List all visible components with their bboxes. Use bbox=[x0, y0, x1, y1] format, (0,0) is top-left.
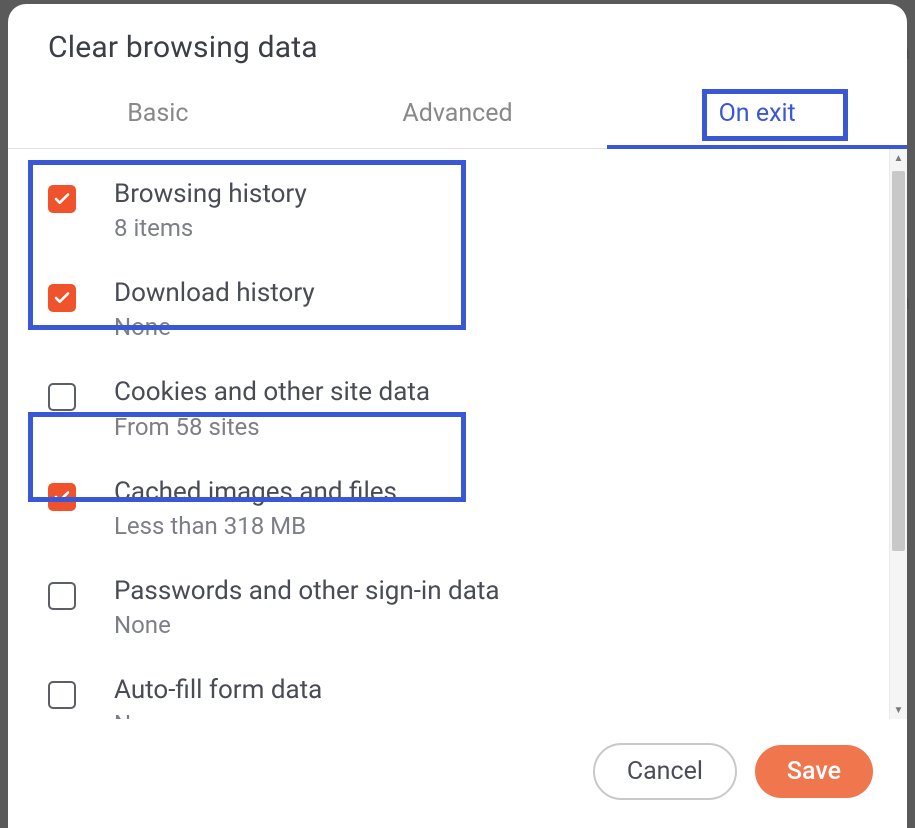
tabs-bar: Basic Advanced On exit bbox=[8, 83, 907, 149]
dialog-header: Clear browsing data bbox=[8, 4, 907, 83]
option-text: Auto-fill form data None bbox=[114, 675, 859, 719]
checkbox-checked-icon bbox=[48, 185, 76, 213]
option-cached-images[interactable]: Cached images and files Less than 318 MB bbox=[8, 459, 889, 558]
checkbox-cookies[interactable] bbox=[48, 383, 76, 411]
checkbox-unchecked-icon bbox=[48, 681, 76, 709]
options-panel: Browsing history 8 items Download histor… bbox=[8, 149, 889, 719]
option-sub: From 58 sites bbox=[114, 413, 859, 441]
option-text: Cookies and other site data From 58 site… bbox=[114, 377, 859, 440]
scrollbar[interactable]: ▲ ▼ bbox=[889, 149, 907, 719]
option-title: Passwords and other sign-in data bbox=[114, 576, 859, 607]
checkbox-unchecked-icon bbox=[48, 582, 76, 610]
option-passwords[interactable]: Passwords and other sign-in data None bbox=[8, 558, 889, 657]
checkbox-cached-images[interactable] bbox=[48, 483, 76, 511]
checkbox-unchecked-icon bbox=[48, 383, 76, 411]
content-wrap: Browsing history 8 items Download histor… bbox=[8, 149, 907, 719]
option-download-history[interactable]: Download history None bbox=[8, 260, 889, 359]
option-sub: None bbox=[114, 313, 859, 341]
checkbox-passwords[interactable] bbox=[48, 582, 76, 610]
dialog-title: Clear browsing data bbox=[48, 30, 867, 65]
option-sub: 8 items bbox=[114, 214, 859, 242]
option-title: Auto-fill form data bbox=[114, 675, 859, 706]
option-autofill[interactable]: Auto-fill form data None bbox=[8, 657, 889, 719]
checkbox-browsing-history[interactable] bbox=[48, 185, 76, 213]
option-text: Download history None bbox=[114, 278, 859, 341]
option-cookies[interactable]: Cookies and other site data From 58 site… bbox=[8, 359, 889, 458]
option-sub: None bbox=[114, 710, 859, 719]
cancel-button[interactable]: Cancel bbox=[593, 743, 737, 800]
option-title: Cookies and other site data bbox=[114, 377, 859, 408]
dialog-footer: Cancel Save bbox=[8, 719, 907, 828]
checkbox-checked-icon bbox=[48, 284, 76, 312]
option-title: Cached images and files bbox=[114, 477, 859, 508]
option-browsing-history[interactable]: Browsing history 8 items bbox=[8, 161, 889, 260]
option-text: Cached images and files Less than 318 MB bbox=[114, 477, 859, 540]
option-sub: None bbox=[114, 611, 859, 639]
tab-basic[interactable]: Basic bbox=[8, 83, 308, 148]
tab-on-exit[interactable]: On exit bbox=[607, 83, 907, 148]
option-sub: Less than 318 MB bbox=[114, 512, 859, 540]
scroll-up-icon[interactable]: ▲ bbox=[890, 149, 907, 167]
clear-browsing-data-dialog: Clear browsing data Basic Advanced On ex… bbox=[8, 4, 907, 828]
tab-advanced[interactable]: Advanced bbox=[308, 83, 608, 148]
save-button[interactable]: Save bbox=[755, 745, 873, 798]
checkbox-autofill[interactable] bbox=[48, 681, 76, 709]
option-text: Browsing history 8 items bbox=[114, 179, 859, 242]
checkbox-download-history[interactable] bbox=[48, 284, 76, 312]
options-list: Browsing history 8 items Download histor… bbox=[8, 161, 889, 719]
option-text: Passwords and other sign-in data None bbox=[114, 576, 859, 639]
option-title: Browsing history bbox=[114, 179, 859, 210]
option-title: Download history bbox=[114, 278, 859, 309]
checkbox-checked-icon bbox=[48, 483, 76, 511]
scroll-thumb[interactable] bbox=[892, 171, 905, 551]
scroll-down-icon[interactable]: ▼ bbox=[890, 701, 907, 719]
